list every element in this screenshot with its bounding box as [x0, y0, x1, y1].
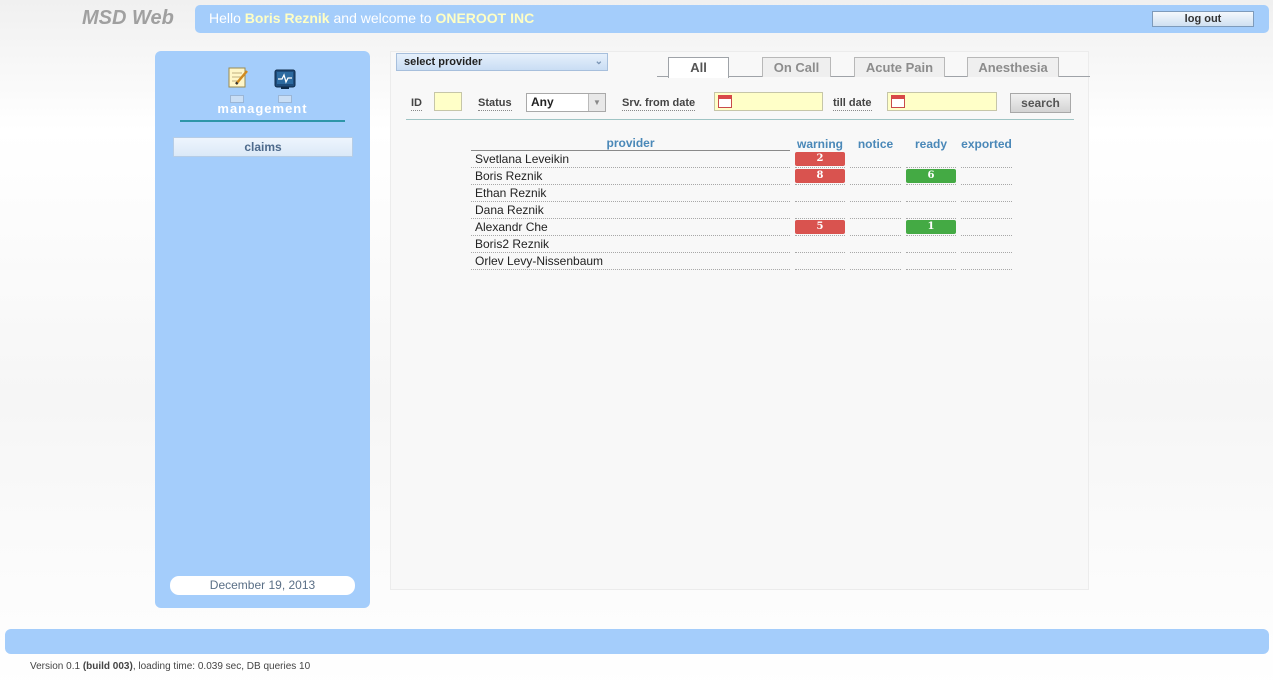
monitor-icon[interactable] [274, 69, 296, 91]
exported-cell [961, 185, 1012, 202]
tab-all[interactable]: All [668, 57, 729, 78]
ready-cell: 6 [906, 168, 956, 185]
warning-count-badge[interactable]: 2 [795, 152, 845, 166]
provider-name[interactable]: Svetlana Leveikin [471, 151, 790, 168]
column-header-provider[interactable]: provider [471, 136, 790, 151]
current-date: December 19, 2013 [170, 576, 355, 595]
filter-divider [406, 119, 1074, 120]
warning-cell: 2 [795, 151, 845, 168]
sidebar: management claims December 19, 2013 [155, 51, 370, 608]
exported-cell [961, 202, 1012, 219]
welcome-text: and welcome to [329, 10, 436, 26]
chevron-down-icon: ⌄ [594, 56, 603, 67]
notice-cell [850, 151, 901, 168]
calendar-icon[interactable] [718, 95, 732, 108]
provider-name[interactable]: Alexandr Che [471, 219, 790, 236]
warning-count-badge[interactable]: 8 [795, 169, 845, 183]
warning-cell [795, 185, 845, 202]
footer-info: Version 0.1 (build 003), loading time: 0… [30, 661, 310, 672]
logout-button[interactable]: log out [1152, 11, 1254, 27]
table-row[interactable]: Alexandr Che 5 1 [471, 219, 1012, 236]
column-header-warning[interactable]: warning [795, 136, 845, 151]
id-input[interactable] [434, 92, 462, 111]
build-text: (build 003) [82, 661, 133, 672]
notice-cell [850, 253, 901, 270]
organization-name: ONEROOT INC [435, 10, 535, 26]
ready-cell [906, 253, 956, 270]
from-date-label: Srv. from date [622, 97, 696, 111]
section-divider [180, 120, 345, 122]
warning-cell [795, 236, 845, 253]
status-select-value: Any [531, 95, 554, 109]
warning-cell: 8 [795, 168, 845, 185]
main-content: select provider ⌄ All On Call Acute Pain… [390, 51, 1090, 590]
provider-name[interactable]: Boris2 Reznik [471, 236, 790, 253]
provider-name[interactable]: Orlev Levy-Nissenbaum [471, 253, 790, 270]
table-header-row: provider warning notice ready exported [471, 136, 1012, 151]
notice-cell [850, 185, 901, 202]
ready-cell [906, 202, 956, 219]
table-row[interactable]: Boris2 Reznik [471, 236, 1012, 253]
ready-cell [906, 151, 956, 168]
provider-select-value: select provider [404, 56, 483, 68]
column-header-ready[interactable]: ready [906, 136, 956, 151]
tab-on-call[interactable]: On Call [762, 57, 831, 77]
search-button[interactable]: search [1010, 93, 1071, 113]
notes-edit-icon[interactable] [227, 67, 249, 89]
header-bar: Hello Boris Reznik and welcome to ONEROO… [195, 5, 1269, 33]
warning-cell [795, 202, 845, 219]
till-date-label: till date [833, 97, 872, 111]
exported-cell [961, 151, 1012, 168]
provider-select[interactable]: select provider ⌄ [396, 53, 608, 71]
tab-anesthesia[interactable]: Anesthesia [967, 57, 1059, 77]
exported-cell [961, 168, 1012, 185]
calendar-icon[interactable] [891, 95, 905, 108]
table-row[interactable]: Svetlana Leveikin 2 [471, 151, 1012, 168]
tab-acute-pain[interactable]: Acute Pain [854, 57, 945, 77]
footer-bar [5, 629, 1269, 654]
app-title: MSD Web [82, 7, 174, 29]
warning-cell: 5 [795, 219, 845, 236]
from-date-input[interactable] [714, 92, 823, 111]
welcome-message: Hello Boris Reznik and welcome to ONEROO… [209, 10, 534, 26]
exported-cell [961, 253, 1012, 270]
notice-cell [850, 202, 901, 219]
table-row[interactable]: Orlev Levy-Nissenbaum [471, 253, 1012, 270]
warning-count-badge[interactable]: 5 [795, 220, 845, 234]
exported-cell [961, 236, 1012, 253]
exported-cell [961, 219, 1012, 236]
ready-count-badge[interactable]: 6 [906, 169, 956, 183]
table-row[interactable]: Ethan Reznik [471, 185, 1012, 202]
user-name: Boris Reznik [244, 10, 330, 26]
hello-text: Hello [209, 10, 245, 26]
ready-count-badge[interactable]: 1 [906, 220, 956, 234]
id-label: ID [411, 97, 422, 111]
provider-name[interactable]: Ethan Reznik [471, 185, 790, 202]
till-date-input[interactable] [887, 92, 997, 111]
dropdown-arrow-icon: ▼ [588, 94, 605, 111]
notice-cell [850, 168, 901, 185]
provider-table: provider warning notice ready exported S… [471, 136, 1012, 270]
notice-cell [850, 236, 901, 253]
stats-text: , loading time: 0.039 sec, DB queries 10 [132, 661, 311, 672]
table-row[interactable]: Boris Reznik 8 6 [471, 168, 1012, 185]
provider-name[interactable]: Boris Reznik [471, 168, 790, 185]
status-label: Status [478, 97, 512, 111]
claims-button[interactable]: claims [173, 137, 353, 157]
ready-cell [906, 236, 956, 253]
notice-cell [850, 219, 901, 236]
warning-cell [795, 253, 845, 270]
ready-cell: 1 [906, 219, 956, 236]
version-text: Version 0.1 [30, 661, 83, 672]
ready-cell [906, 185, 956, 202]
table-row[interactable]: Dana Reznik [471, 202, 1012, 219]
column-header-notice[interactable]: notice [850, 136, 901, 151]
column-header-exported[interactable]: exported [961, 136, 1012, 151]
provider-name[interactable]: Dana Reznik [471, 202, 790, 219]
status-select[interactable]: Any ▼ [526, 93, 606, 112]
section-label: management [217, 101, 308, 116]
